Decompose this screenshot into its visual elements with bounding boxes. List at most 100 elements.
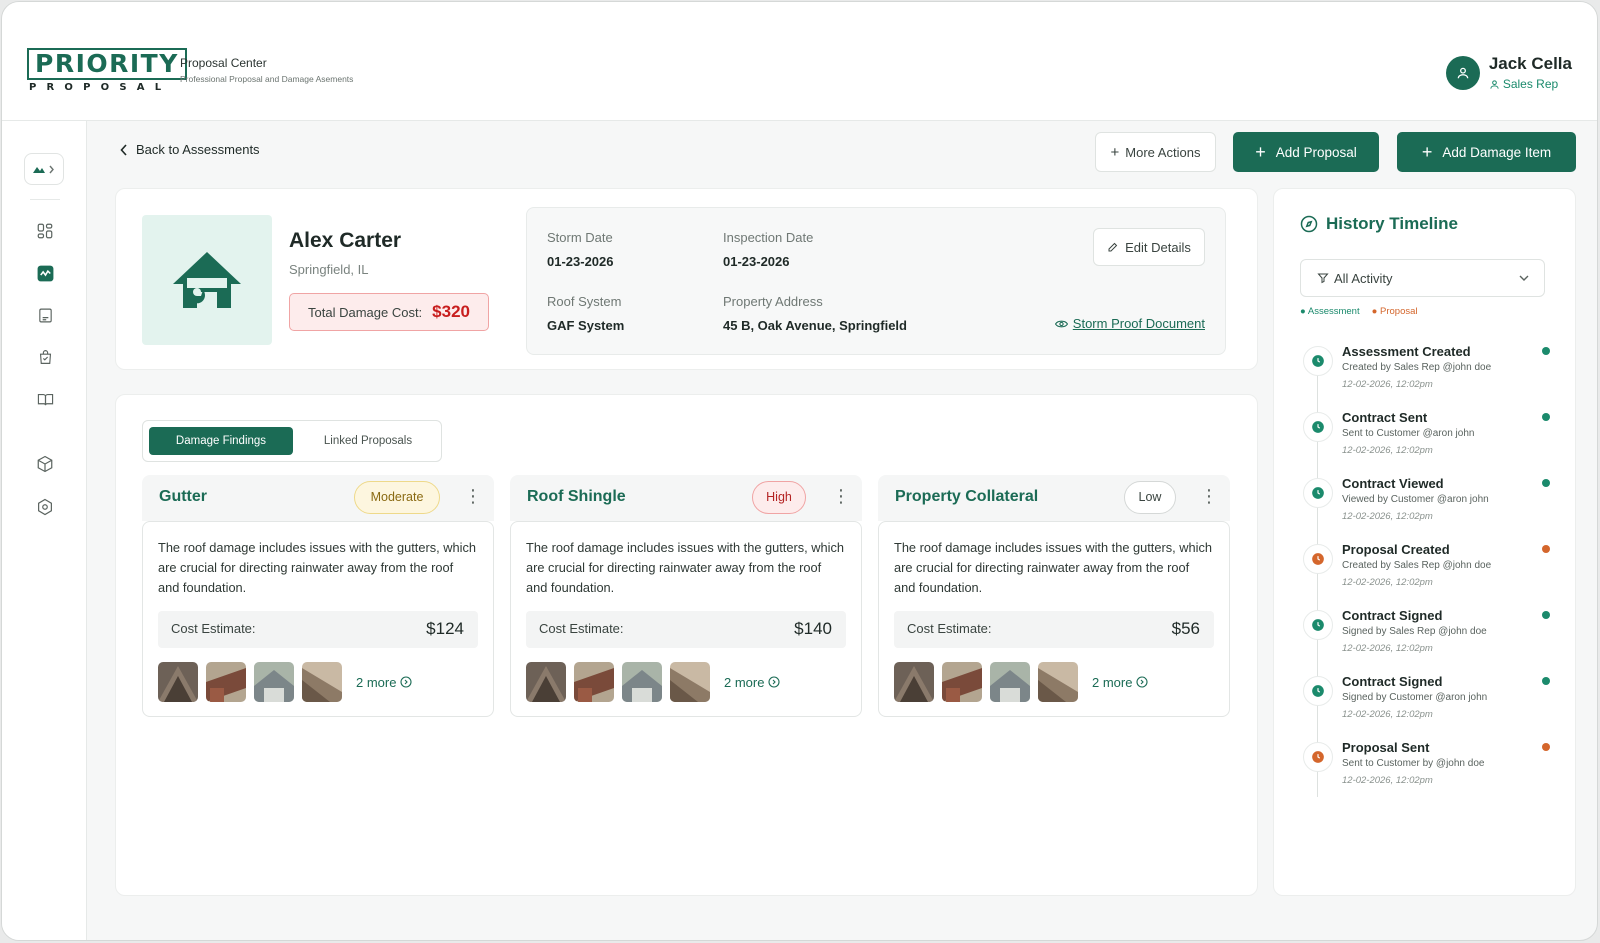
more-photos-link[interactable]: 2 more [1092, 674, 1149, 690]
damage-card-header: Property Collateral Low ⋮ [878, 475, 1230, 521]
plus-icon: + [1110, 143, 1120, 161]
mini-logo-icon [33, 167, 45, 173]
damage-card: Property Collateral Low ⋮ The roof damag… [878, 475, 1230, 717]
activity-filter-select[interactable]: All Activity [1300, 259, 1545, 297]
add-proposal-label: Add Proposal [1275, 144, 1357, 160]
timeline-event[interactable]: Proposal Sent Sent to Customer by @john d… [1300, 740, 1550, 800]
photo-thumbnail[interactable] [302, 662, 342, 702]
sidebar-toggle-button[interactable] [24, 153, 64, 185]
timeline-event-title: Contract Signed [1342, 608, 1443, 623]
timeline-event-actor: Signed by Sales Rep @john doe [1342, 626, 1487, 637]
sidebar-item-book[interactable] [35, 389, 55, 409]
timeline-event-title: Contract Signed [1342, 674, 1443, 689]
clock-icon [1303, 676, 1333, 706]
status-dot [1542, 413, 1550, 421]
sidebar [2, 121, 87, 940]
tab-damage-findings[interactable]: Damage Findings [149, 427, 293, 455]
photo-thumbnail[interactable] [206, 662, 246, 702]
sidebar-item-documents[interactable] [35, 305, 55, 325]
cost-estimate-label: Cost Estimate: [171, 621, 256, 636]
timeline-event[interactable]: Contract Sent Sent to Customer @aron john… [1300, 410, 1550, 470]
user-name: Jack Cella [1488, 54, 1572, 73]
status-dot [1542, 611, 1550, 619]
more-actions-button[interactable]: + More Actions [1095, 132, 1216, 172]
activity-icon [37, 265, 53, 281]
timeline-event-title: Proposal Sent [1342, 740, 1430, 755]
kebab-menu-icon[interactable]: ⋮ [1200, 487, 1218, 505]
sidebar-item-dashboard[interactable] [35, 221, 55, 241]
photo-thumbnail[interactable] [254, 662, 294, 702]
kebab-menu-icon[interactable]: ⋮ [832, 487, 850, 505]
findings-tabs: Damage Findings Linked Proposals [142, 420, 442, 462]
more-photos-link[interactable]: 2 more [724, 675, 781, 690]
timeline-event[interactable]: Contract Signed Signed by Sales Rep @john… [1300, 608, 1550, 668]
kebab-menu-icon[interactable]: ⋮ [464, 487, 482, 505]
timeline-event[interactable]: Contract Viewed Viewed by Customer @aron … [1300, 476, 1550, 536]
brand-title: Proposal Center [180, 56, 267, 70]
storm-proof-document-label: Storm Proof Document [1072, 316, 1205, 331]
client-location: Springfield, IL [289, 262, 369, 277]
damage-card-title: Roof Shingle [527, 488, 626, 505]
photo-thumbnail[interactable] [574, 662, 614, 702]
cost-estimate-value: $124 [426, 619, 464, 638]
add-proposal-button[interactable]: + Add Proposal [1233, 132, 1379, 172]
roof-system-value: GAF System [547, 318, 625, 333]
severity-badge: High [752, 481, 806, 514]
photo-thumbnail[interactable] [670, 662, 710, 702]
timeline-event-actor: Signed by Customer @aron john [1342, 692, 1488, 703]
damage-card: Gutter Moderate ⋮ The roof damage includ… [142, 475, 494, 717]
storm-date-value: 01-23-2026 [547, 254, 614, 269]
sidebar-item-settings[interactable] [35, 497, 55, 517]
storm-date-label: Storm Date [547, 230, 613, 245]
clock-icon [1303, 544, 1333, 574]
photo-thumbnail[interactable] [622, 662, 662, 702]
user-icon [1457, 67, 1469, 78]
photo-thumbnail[interactable] [1038, 662, 1078, 702]
photo-thumbnail[interactable] [158, 662, 198, 702]
photo-thumbnail[interactable] [942, 662, 982, 702]
timeline-event-actor: Viewed by Customer @aron john [1342, 494, 1489, 505]
photo-thumbnail[interactable] [990, 662, 1030, 702]
back-link[interactable]: Back to Assessments [120, 142, 260, 157]
plus-icon: + [1255, 141, 1266, 162]
roof-system-label: Roof System [547, 294, 622, 309]
photo-thumbnail[interactable] [894, 662, 934, 702]
timeline-event[interactable]: Proposal Created Created by Sales Rep @jo… [1300, 542, 1550, 602]
total-damage-cost-label: Total Damage Cost: [308, 304, 423, 320]
add-damage-item-button[interactable]: + Add Damage Item [1397, 132, 1576, 172]
sidebar-item-bag[interactable] [35, 347, 55, 367]
timeline-event[interactable]: Contract Signed Signed by Customer @aron … [1300, 674, 1550, 734]
clock-icon [1303, 478, 1333, 508]
history-timeline-title-label: History Timeline [1326, 214, 1458, 233]
storm-proof-document-link[interactable]: Storm Proof Document [1054, 316, 1205, 331]
damage-card-body: The roof damage includes issues with the… [510, 521, 862, 717]
logo[interactable]: PRIORITY PROPOSAL [27, 48, 187, 93]
status-dot [1542, 743, 1550, 751]
total-damage-cost-badge: Total Damage Cost: $320 [289, 293, 489, 331]
more-photos-label: 2 more [1092, 674, 1133, 690]
avatar[interactable] [1445, 55, 1480, 90]
edit-details-button[interactable]: Edit Details [1093, 228, 1205, 266]
pencil-icon [1108, 242, 1118, 252]
sidebar-divider [30, 199, 60, 200]
timeline-event-time: 12-02-2026, 12:02pm [1342, 511, 1433, 522]
cost-estimate-row: Cost Estimate: $56 [894, 611, 1214, 648]
sidebar-item-activity[interactable] [35, 263, 55, 283]
timeline-event[interactable]: Assessment Created Created by Sales Rep @… [1300, 344, 1550, 404]
property-address-value: 45 B, Oak Avenue, Springfield [723, 318, 907, 333]
tab-linked-proposals[interactable]: Linked Proposals [303, 427, 433, 455]
cost-estimate-row: Cost Estimate: $124 [158, 611, 478, 648]
chevron-down-icon [1519, 275, 1529, 281]
legend-assessment: ● Assessment [1300, 306, 1360, 317]
assessment-details: Storm Date 01-23-2026 Inspection Date 01… [526, 207, 1226, 355]
damage-card-description: The roof damage includes issues with the… [526, 540, 844, 595]
timeline-legend: ● Assessment ● Proposal [1300, 306, 1418, 317]
arrow-circle-right-icon [1136, 676, 1149, 688]
more-photos-link[interactable]: 2 more [356, 675, 413, 690]
status-dot [1542, 479, 1550, 487]
total-damage-cost-value: $320 [432, 302, 470, 321]
damage-card-header: Gutter Moderate ⋮ [142, 475, 494, 521]
sidebar-item-package[interactable] [35, 454, 55, 474]
user-profile[interactable]: Jack Cella Sales Rep [1445, 54, 1572, 91]
photo-thumbnail[interactable] [526, 662, 566, 702]
